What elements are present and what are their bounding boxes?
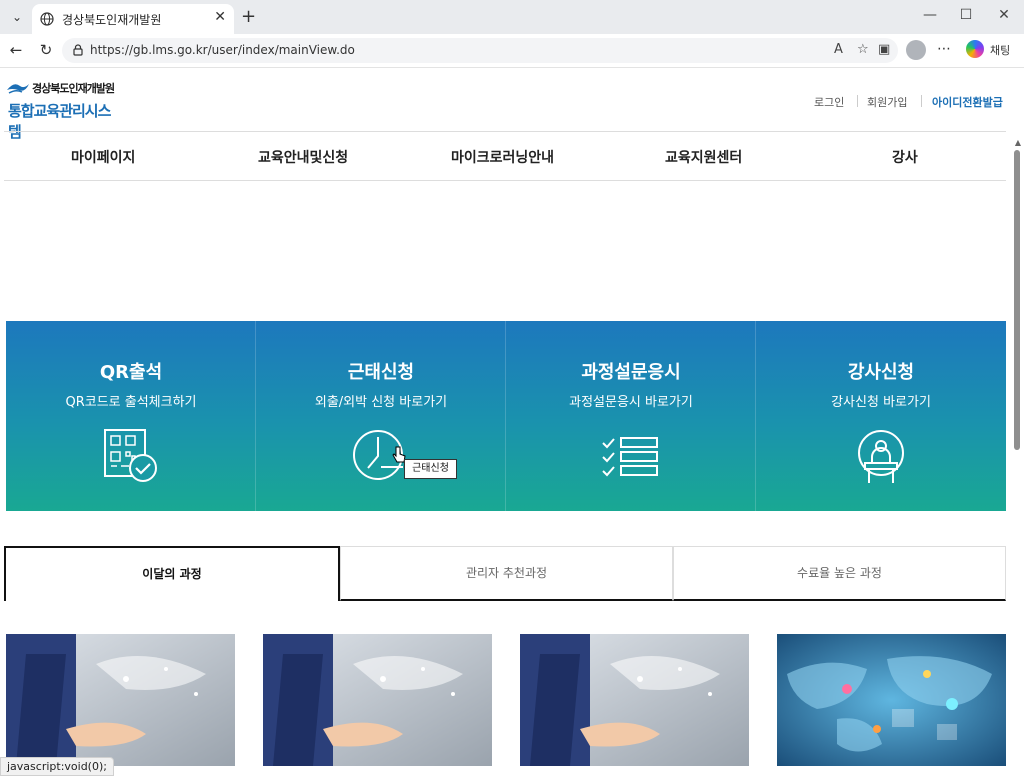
course-thumbnail[interactable]: [263, 634, 492, 766]
maximize-icon[interactable]: ☐: [956, 7, 976, 23]
course-tabs: 이달의 과정 관리자 추천과정 수료율 높은 과정: [4, 546, 1006, 601]
tab-admin-recommended[interactable]: 관리자 추천과정: [340, 546, 673, 601]
site-logo[interactable]: 경상북도인재개발원 통합교육관리시스템: [6, 78, 116, 141]
nav-mypage[interactable]: 마이페이지: [71, 147, 135, 167]
scroll-up-icon[interactable]: ▲: [1015, 138, 1021, 147]
new-tab-icon[interactable]: +: [241, 6, 256, 27]
quick-title: 과정설문응시: [581, 362, 681, 383]
web-page: 경상북도인재개발원 통합교육관리시스템 로그인 회원가입 아이디전환발급 마이페…: [0, 68, 1024, 778]
profile-avatar[interactable]: [906, 40, 926, 60]
emblem-icon: [7, 84, 29, 94]
qr-check-icon: [104, 429, 157, 482]
signup-link[interactable]: 회원가입: [867, 94, 907, 110]
scrollbar-thumb[interactable]: [1014, 150, 1020, 450]
quick-subtitle: QR코드로 출석체크하기: [65, 395, 197, 410]
tab-title: 경상북도인재개발원: [62, 13, 162, 27]
checklist-icon: [602, 437, 658, 477]
tab-monthly-courses[interactable]: 이달의 과정: [4, 546, 340, 601]
url-text: https://gb.lms.go.kr/user/index/mainView…: [90, 43, 355, 57]
address-bar: ← ↻ https://gb.lms.go.kr/user/index/main…: [0, 34, 1024, 68]
quick-attendance-request[interactable]: 근태신청 외출/외박 신청 바로가기: [256, 321, 506, 511]
browser-tab[interactable]: 경상북도인재개발원 ✕: [32, 4, 234, 34]
quick-title: QR출석: [99, 362, 163, 383]
lock-icon: [73, 44, 83, 56]
quick-course-survey[interactable]: 과정설문응시 과정설문응시 바로가기: [506, 321, 756, 511]
quick-menu-banner: QR출석 QR코드로 출석체크하기 근태신청 외출/외박 신청 바로가기 과정설…: [6, 321, 1006, 511]
course-thumbnail[interactable]: [777, 634, 1006, 766]
quick-title: 강사신청: [847, 362, 915, 383]
more-menu-icon[interactable]: ⋯: [937, 41, 951, 57]
tooltip: 근태신청: [404, 459, 457, 479]
divider: [921, 95, 922, 107]
course-thumbnail[interactable]: [6, 634, 235, 766]
favorite-star-icon[interactable]: ☆: [857, 42, 869, 57]
back-icon[interactable]: ←: [6, 41, 26, 59]
tab-list-chevron-icon[interactable]: ⌄: [6, 6, 28, 28]
nav-microlearning[interactable]: 마이크로러닝안내: [451, 147, 554, 167]
nav-support-center[interactable]: 교육지원센터: [665, 147, 742, 167]
url-field[interactable]: https://gb.lms.go.kr/user/index/mainView…: [62, 38, 898, 63]
read-aloud-icon[interactable]: A: [834, 42, 843, 57]
quick-subtitle: 외출/외박 신청 바로가기: [314, 395, 448, 410]
org-name: 경상북도인재개발원: [32, 82, 115, 95]
id-conversion-link[interactable]: 아이디전환발급: [932, 94, 1003, 110]
window-close-icon[interactable]: ✕: [994, 7, 1014, 23]
divider: [857, 95, 858, 107]
quick-subtitle: 과정설문응시 바로가기: [569, 395, 693, 410]
tracking-icon[interactable]: ▣: [878, 42, 890, 57]
chat-label[interactable]: 채팅: [990, 42, 1010, 58]
tab-close-icon[interactable]: ✕: [214, 9, 226, 25]
nav-lecturer[interactable]: 강사: [892, 147, 918, 167]
quick-title: 근태신청: [347, 362, 415, 383]
browser-tab-bar: ⌄ 경상북도인재개발원 ✕ + — ☐ ✕: [0, 0, 1024, 34]
quick-subtitle: 강사신청 바로가기: [831, 395, 931, 410]
globe-icon: [40, 12, 54, 26]
copilot-icon[interactable]: [966, 40, 984, 58]
status-bar: javascript:void(0);: [0, 757, 114, 776]
login-link[interactable]: 로그인: [814, 94, 844, 110]
quick-lecturer-apply[interactable]: 강사신청 강사신청 바로가기: [756, 321, 1006, 511]
main-navigation: 마이페이지 교육안내및신청 마이크로러닝안내 교육지원센터 강사: [4, 131, 1006, 181]
quick-qr-attendance[interactable]: QR출석 QR코드로 출석체크하기: [6, 321, 256, 511]
refresh-icon[interactable]: ↻: [36, 41, 56, 59]
course-thumbnail[interactable]: [520, 634, 749, 766]
tab-high-completion[interactable]: 수료율 높은 과정: [673, 546, 1006, 601]
nav-education-apply[interactable]: 교육안내및신청: [258, 147, 348, 167]
lecturer-icon: [858, 430, 904, 483]
minimize-icon[interactable]: —: [920, 7, 940, 23]
